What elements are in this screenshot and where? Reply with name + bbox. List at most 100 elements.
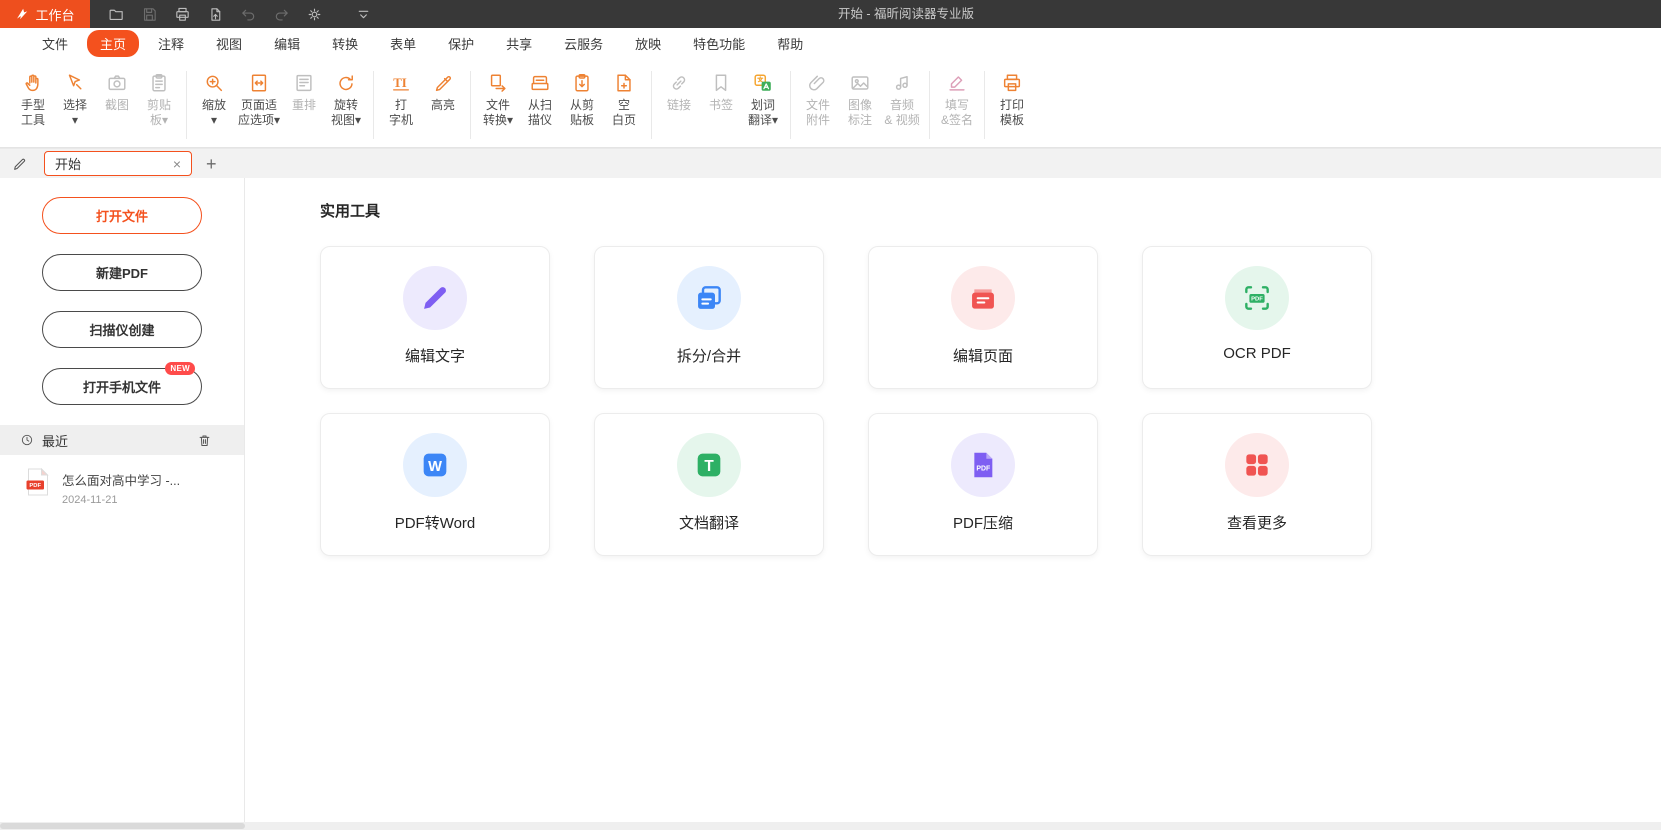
menu-edit[interactable]: 编辑 bbox=[261, 30, 313, 57]
trash-icon[interactable] bbox=[197, 433, 212, 448]
menu-comment[interactable]: 注释 bbox=[145, 30, 197, 57]
redo-icon bbox=[273, 6, 290, 23]
tool-card-ocr-pdf[interactable]: PDF OCR PDF bbox=[1142, 246, 1372, 389]
scrollbar-thumb[interactable] bbox=[0, 823, 245, 829]
ribbon-divider bbox=[790, 71, 791, 139]
ribbon-snapshot-button: 截图 bbox=[99, 69, 135, 113]
file-convert-icon bbox=[487, 69, 509, 96]
ribbon-item-label: 缩放 ▾ bbox=[202, 98, 226, 128]
ribbon-typewriter-button[interactable]: TI 打 字机 bbox=[383, 69, 419, 128]
scanner-icon bbox=[529, 69, 551, 96]
ribbon-item-label: 打印 模板 bbox=[1000, 98, 1024, 128]
ribbon-item-label: 音频 & 视频 bbox=[884, 98, 919, 128]
pen-icon[interactable] bbox=[12, 156, 28, 172]
svg-text:T: T bbox=[704, 458, 714, 475]
tool-card-edit-text[interactable]: 编辑文字 bbox=[320, 246, 550, 389]
ribbon-toolbar: 手型 工具 选择 ▾ 截图 剪贴 板▾ 缩放 ▾ 页面适 应选项▾ 重排 bbox=[0, 59, 1661, 148]
ribbon-fill-sign-button: 填写 &签名 bbox=[939, 69, 975, 128]
horizontal-scrollbar[interactable] bbox=[0, 822, 1661, 830]
ocr-pdf-icon: PDF bbox=[1241, 282, 1273, 314]
ribbon-file-convert-button[interactable]: 文件 转换▾ bbox=[480, 69, 516, 128]
ribbon-item-label: 文件 附件 bbox=[806, 98, 830, 128]
ribbon-print-template-button[interactable]: 打印 模板 bbox=[994, 69, 1030, 128]
rotate-view-icon bbox=[335, 69, 357, 96]
scanner-create-button[interactable]: 扫描仪创建 bbox=[42, 311, 202, 348]
ribbon-select-button[interactable]: 选择 ▾ bbox=[57, 69, 93, 128]
recent-file-item[interactable]: PDF 怎么面对高中学习 -... 2024-11-21 bbox=[0, 455, 244, 506]
touch-gear-icon[interactable] bbox=[306, 6, 323, 23]
menu-view[interactable]: 视图 bbox=[203, 30, 255, 57]
ribbon-divider bbox=[470, 71, 471, 139]
typewriter-icon: TI bbox=[390, 69, 412, 96]
menu-file[interactable]: 文件 bbox=[29, 30, 81, 57]
open-folder-icon[interactable] bbox=[108, 6, 125, 23]
svg-text:PDF: PDF bbox=[976, 466, 990, 473]
print-template-icon bbox=[1001, 69, 1023, 96]
ribbon-divider bbox=[929, 71, 930, 139]
ribbon-from-clipboard-button[interactable]: 从剪 贴板 bbox=[564, 69, 600, 128]
tool-card-label: 拆分/合并 bbox=[677, 345, 741, 366]
menu-features[interactable]: 特色功能 bbox=[680, 30, 758, 57]
ribbon-hand-tool-button[interactable]: 手型 工具 bbox=[15, 69, 51, 128]
title-bar: 工作台 开始 - 福昕阅读器专业版 bbox=[0, 0, 1661, 28]
reflow-icon bbox=[293, 69, 315, 96]
menu-home[interactable]: 主页 bbox=[87, 30, 139, 57]
foxit-logo-icon bbox=[15, 7, 29, 21]
image-annotation-icon bbox=[849, 69, 871, 96]
open-mobile-file-label: 打开手机文件 bbox=[83, 377, 161, 396]
ribbon-blank-page-button[interactable]: 空 白页 bbox=[606, 69, 642, 128]
tool-card-label: OCR PDF bbox=[1223, 345, 1291, 362]
menu-bar: 文件 主页 注释 视图 编辑 转换 表单 保护 共享 云服务 放映 特色功能 帮… bbox=[0, 28, 1661, 59]
tool-card-label: 查看更多 bbox=[1227, 512, 1287, 533]
ribbon-item-label: 填写 &签名 bbox=[941, 98, 973, 128]
attachment-icon bbox=[807, 69, 829, 96]
fill-sign-icon bbox=[946, 69, 968, 96]
main-content: 实用工具 编辑文字 拆分/合并 编辑页面 PDF OCR PDF W PDF转W… bbox=[246, 178, 1661, 830]
page-fit-icon bbox=[248, 69, 270, 96]
quick-access-toolbar bbox=[108, 6, 372, 23]
tool-card-pdf-compress[interactable]: PDF PDF压缩 bbox=[868, 413, 1098, 556]
tool-card-pdf-to-word[interactable]: W PDF转Word bbox=[320, 413, 550, 556]
ribbon-item-label: 页面适 应选项▾ bbox=[238, 98, 280, 128]
ribbon-rotate-view-button[interactable]: 旋转 视图▾ bbox=[328, 69, 364, 128]
customize-toolbar-icon[interactable] bbox=[355, 6, 372, 23]
tool-card-view-more[interactable]: 查看更多 bbox=[1142, 413, 1372, 556]
menu-protect[interactable]: 保护 bbox=[435, 30, 487, 57]
ribbon-translate-button[interactable]: 划词 翻译▾ bbox=[745, 69, 781, 128]
menu-cloud[interactable]: 云服务 bbox=[551, 30, 616, 57]
bookmark-icon bbox=[710, 69, 732, 96]
print-icon[interactable] bbox=[174, 6, 191, 23]
menu-share[interactable]: 共享 bbox=[493, 30, 545, 57]
new-pdf-button[interactable]: 新建PDF bbox=[42, 254, 202, 291]
export-icon[interactable] bbox=[207, 6, 224, 23]
hand-icon bbox=[22, 69, 44, 96]
tool-card-split-merge[interactable]: 拆分/合并 bbox=[594, 246, 824, 389]
ribbon-item-label: 书签 bbox=[709, 98, 733, 113]
tool-card-edit-pages[interactable]: 编辑页面 bbox=[868, 246, 1098, 389]
menu-convert[interactable]: 转换 bbox=[319, 30, 371, 57]
open-mobile-file-button[interactable]: 打开手机文件 NEW bbox=[42, 368, 202, 405]
menu-form[interactable]: 表单 bbox=[377, 30, 429, 57]
menu-slideshow[interactable]: 放映 bbox=[622, 30, 674, 57]
tab-label: 开始 bbox=[55, 154, 173, 173]
ribbon-item-label: 手型 工具 bbox=[21, 98, 45, 128]
ribbon-page-fit-button[interactable]: 页面适 应选项▾ bbox=[238, 69, 280, 128]
ribbon-item-label: 文件 转换▾ bbox=[483, 98, 513, 128]
scanner-create-label: 扫描仪创建 bbox=[89, 320, 154, 339]
close-tab-icon[interactable]: × bbox=[173, 157, 181, 171]
tab-start[interactable]: 开始 × bbox=[44, 151, 192, 176]
ribbon-from-scanner-button[interactable]: 从扫 描仪 bbox=[522, 69, 558, 128]
menu-help[interactable]: 帮助 bbox=[764, 30, 816, 57]
save-icon bbox=[141, 6, 158, 23]
document-tab-bar: 开始 × + bbox=[0, 148, 1661, 178]
ribbon-bookmark-button: 书签 bbox=[703, 69, 739, 113]
open-file-button[interactable]: 打开文件 bbox=[42, 197, 202, 234]
ribbon-zoom-button[interactable]: 缩放 ▾ bbox=[196, 69, 232, 128]
ribbon-divider bbox=[651, 71, 652, 139]
ribbon-item-label: 重排 bbox=[292, 98, 316, 113]
new-tab-button[interactable]: + bbox=[206, 155, 217, 173]
ribbon-highlight-button[interactable]: 高亮 bbox=[425, 69, 461, 113]
tool-card-doc-translate[interactable]: T 文档翻译 bbox=[594, 413, 824, 556]
workspace-button[interactable]: 工作台 bbox=[0, 0, 90, 28]
ribbon-clipboard-button: 剪贴 板▾ bbox=[141, 69, 177, 128]
